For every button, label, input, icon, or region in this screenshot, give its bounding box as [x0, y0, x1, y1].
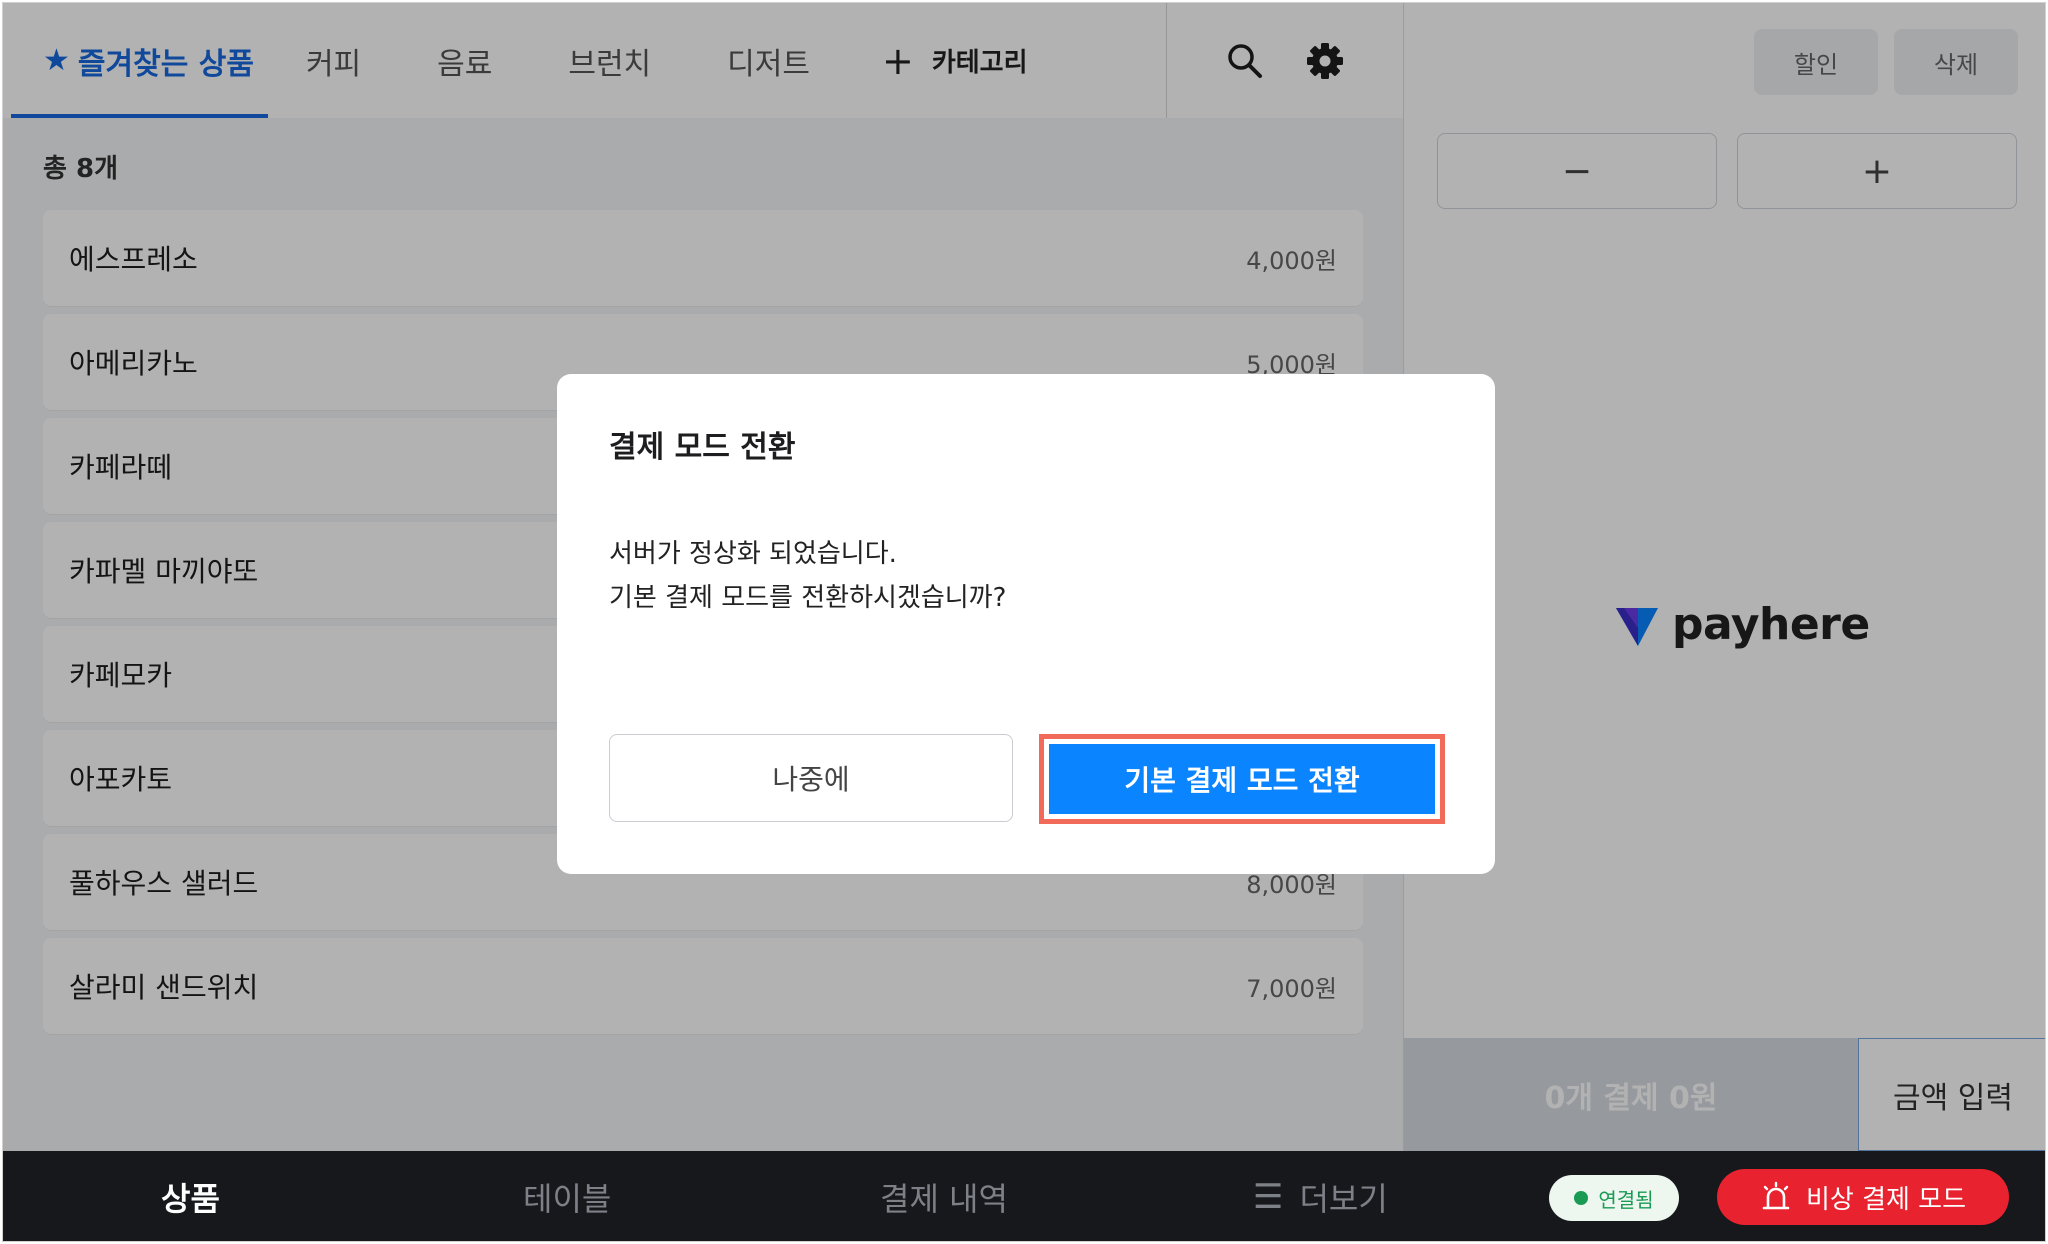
bottom-navigation: 상품 테이블 결제 내역 ☰ 더보기 연결됨 비상 결제 모드	[3, 1151, 2045, 1241]
connection-status-badge: 연결됨	[1549, 1175, 1679, 1221]
confirm-highlight: 기본 결제 모드 전환	[1039, 734, 1445, 824]
alarm-light-icon	[1762, 1181, 1790, 1210]
nav-payment-history[interactable]: 결제 내역	[880, 1151, 1008, 1241]
nav-tables[interactable]: 테이블	[523, 1151, 611, 1241]
emergency-label: 비상 결제 모드	[1805, 1184, 1967, 1215]
pos-window: ★ 즐겨찾는 상품 커피 음료 브런치 디저트 + 카테고리 총 8개 에스프레…	[2, 2, 2046, 1242]
later-button[interactable]: 나중에	[609, 734, 1013, 822]
payment-mode-dialog: 결제 모드 전환 서버가 정상화 되었습니다. 기본 결제 모드를 전환하시겠습…	[557, 374, 1495, 874]
connection-status-label: 연결됨	[1598, 1187, 1654, 1212]
status-dot-icon	[1574, 1191, 1589, 1205]
dialog-message: 서버가 정상화 되었습니다. 기본 결제 모드를 전환하시겠습니까?	[609, 532, 1006, 620]
nav-products[interactable]: 상품	[161, 1151, 220, 1241]
dialog-title: 결제 모드 전환	[609, 430, 796, 465]
nav-more-label: 더보기	[1299, 1180, 1388, 1218]
emergency-payment-mode-button[interactable]: 비상 결제 모드	[1717, 1169, 2009, 1225]
nav-more[interactable]: ☰ 더보기	[1253, 1151, 1388, 1241]
dialog-message-line: 서버가 정상화 되었습니다.	[609, 539, 897, 569]
dialog-message-line: 기본 결제 모드를 전환하시겠습니까?	[609, 583, 1007, 613]
switch-default-mode-button[interactable]: 기본 결제 모드 전환	[1049, 744, 1435, 814]
menu-icon: ☰	[1253, 1177, 1284, 1217]
